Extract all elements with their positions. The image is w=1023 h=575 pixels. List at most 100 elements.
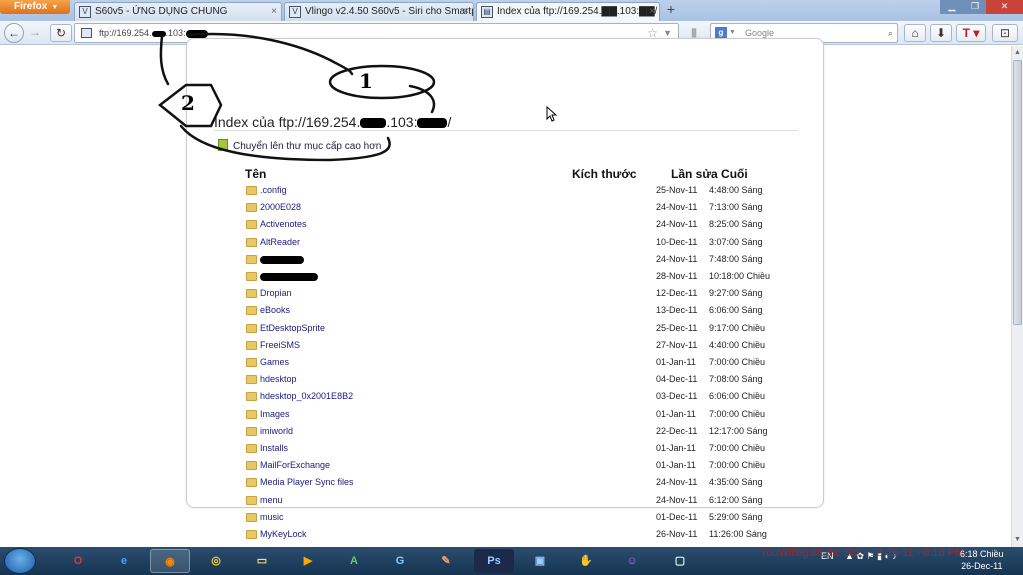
reload-icon[interactable]: ↻ <box>50 24 72 42</box>
close-tab-icon[interactable]: × <box>271 3 277 20</box>
modified-time: 4:48:00 Sáng <box>709 185 763 195</box>
table-row[interactable]: AltReader 10-Dec-11 3:07:00 Sáng <box>0 235 1023 252</box>
remote-app-icon[interactable]: ▣ <box>520 549 560 573</box>
new-tab-button[interactable]: + <box>662 2 680 19</box>
menu-icon[interactable]: ⊡ <box>992 24 1018 42</box>
folder-name-link[interactable]: EtDesktopSprite <box>260 323 325 333</box>
app-a-icon[interactable]: A <box>334 549 374 573</box>
modified-date: 24-Nov-11 <box>656 494 698 505</box>
folder-icon <box>246 289 257 299</box>
table-row[interactable]: 24-Nov-11 7:48:00 Sáng <box>0 252 1023 269</box>
table-row[interactable]: imiworld 22-Dec-11 12:17:00 Sáng <box>0 424 1023 441</box>
column-header-modified[interactable]: Lần sửa Cuối <box>671 167 748 181</box>
tab-vlingo[interactable]: V Vlingo v2.4.50 S60v5 - Siri cho Smartp… <box>284 2 474 21</box>
table-row[interactable]: FreeiSMS 27-Nov-11 4:40:00 Chiều <box>0 338 1023 355</box>
folder-icon <box>246 358 257 367</box>
modified-date: 01-Jan-11 <box>656 460 696 471</box>
table-row[interactable]: 28-Nov-11 10:18:00 Chiều <box>0 269 1023 286</box>
download-icon[interactable]: ⬇ <box>930 24 952 42</box>
parent-directory-link[interactable]: Chuyển lên thư mục cấp cao hơn <box>233 141 381 152</box>
table-row[interactable]: EtDesktopSprite 25-Dec-11 9:17:00 Chiều <box>0 321 1023 338</box>
home-icon[interactable]: ⌂ <box>904 24 926 42</box>
folder-icon <box>246 237 257 247</box>
table-row[interactable]: Activenotes 24-Nov-11 8:25:00 Sáng <box>0 217 1023 234</box>
yahoo-messenger-icon[interactable]: ☺ <box>612 549 652 573</box>
folder-name-link[interactable]: hdesktop_0x2001E8B2 <box>260 391 353 401</box>
window-app-icon[interactable]: ▢ <box>660 549 700 573</box>
column-header-name[interactable]: Tên <box>245 167 266 181</box>
opera-icon[interactable]: O <box>58 549 98 573</box>
close-tab-icon[interactable]: × <box>649 3 655 20</box>
folder-name-link[interactable]: music <box>260 512 284 522</box>
folder-name-link[interactable]: menu <box>260 495 283 505</box>
table-row[interactable]: Images 01-Jan-11 7:00:00 Chiều <box>0 407 1023 424</box>
modified-time: 7:48:00 Sáng <box>709 253 763 264</box>
folder-name-link[interactable]: Activenotes <box>260 219 307 229</box>
windows-start-icon[interactable] <box>4 548 36 574</box>
table-row[interactable]: Media Player Sync files 24-Nov-11 4:35:00 … <box>0 475 1023 492</box>
table-row[interactable]: 2000E028 24-Nov-11 7:13:00 Sáng <box>0 200 1023 217</box>
folder-name-link[interactable]: imiworld <box>260 426 293 436</box>
system-clock[interactable]: 6:18 Chiều 26-Dec-11 <box>960 548 1004 572</box>
close-window-icon[interactable]: ✕ <box>986 0 1023 14</box>
app-g-icon[interactable]: G <box>380 549 420 573</box>
folder-name-link[interactable]: .config <box>260 185 287 195</box>
folder-name-link[interactable]: Installs <box>260 443 288 453</box>
media-player-icon[interactable]: ▶ <box>288 549 328 573</box>
hand-app-icon[interactable]: ✋ <box>566 549 606 573</box>
search-placeholder: Google <box>745 28 775 38</box>
folder-icon <box>246 272 257 281</box>
table-row[interactable]: MailForExchange 01-Jan-11 7:00:00 Chiều <box>0 458 1023 475</box>
redaction-mark <box>260 255 304 264</box>
tab-ftp-index[interactable]: ▤ Index của ftp://169.254.▇▇.103:▇▇/ × <box>476 2 660 21</box>
folder-name-link[interactable]: MyKeyLock <box>260 529 307 539</box>
table-row[interactable]: hdesktop 04-Dec-11 7:08:00 Sáng <box>0 372 1023 389</box>
windows-taskbar: O e ◉ ◎ ▭ ▶ A G ✎ Ps ▣ ✋ ☺ ▢ EN ▲ ✿ ⚑ ▮ … <box>0 547 1023 575</box>
restore-icon[interactable]: ❐ <box>964 0 986 14</box>
modified-time: 8:25:00 Sáng <box>709 219 763 230</box>
table-row[interactable]: eBooks 13-Dec-11 6:06:00 Sáng <box>0 303 1023 320</box>
firefox-menu-button[interactable]: Firefox ▼ <box>0 0 70 14</box>
modified-time: 7:00:00 Chiều <box>709 443 766 453</box>
modified-date: 24-Nov-11 <box>656 202 698 213</box>
firefox-icon[interactable]: ◉ <box>150 549 190 573</box>
table-row[interactable]: music 01-Dec-11 5:29:00 Sáng <box>0 510 1023 527</box>
folder-name-link[interactable]: Images <box>260 409 290 419</box>
table-row[interactable]: Installs 01-Jan-11 7:00:00 Chiều <box>0 441 1023 458</box>
folder-name-link[interactable]: eBooks <box>260 305 290 315</box>
photoshop-icon[interactable]: Ps <box>474 549 514 573</box>
table-row[interactable]: hdesktop_0x2001E8B2 03-Dec-11 6:06:00 Chiề… <box>0 389 1023 406</box>
table-row[interactable]: Dropian 12-Dec-11 9:27:00 Sáng <box>0 286 1023 303</box>
folder-name-link[interactable]: MailForExchange <box>260 460 330 470</box>
folder-name-link[interactable]: Games <box>260 357 289 367</box>
folder-name-link[interactable]: Media Player Sync files <box>260 477 354 487</box>
folder-name-link[interactable]: hdesktop <box>260 374 297 384</box>
table-row[interactable]: .config 25-Nov-11 4:48:00 Sáng <box>0 183 1023 200</box>
tab-s60v5[interactable]: V S60v5 - ỨNG DỤNG CHUNG × <box>74 2 282 21</box>
folder-name-link[interactable]: AltReader <box>260 237 300 247</box>
internet-explorer-icon[interactable]: e <box>104 549 144 573</box>
folder-icon <box>246 530 257 539</box>
close-tab-icon[interactable]: × <box>463 3 469 20</box>
back-arrow-icon[interactable]: ← <box>4 23 24 43</box>
modified-date: 24-Nov-11 <box>656 219 698 230</box>
folder-name-link[interactable]: FreeiSMS <box>260 340 300 350</box>
table-row[interactable]: menu 24-Nov-11 6:12:00 Sáng <box>0 493 1023 510</box>
table-row[interactable]: MyKeyLock 26-Nov-11 11:26:00 Sáng <box>0 527 1023 544</box>
folder-icon <box>246 203 257 213</box>
translate-tool-icon[interactable]: T ▾ <box>956 24 986 42</box>
chrome-icon[interactable]: ◎ <box>196 549 236 573</box>
folder-icon[interactable]: ▭ <box>242 549 282 573</box>
minimize-icon[interactable]: ▁ <box>940 0 964 14</box>
folder-name-link[interactable]: 2000E028 <box>260 202 301 212</box>
search-icon[interactable]: ⌕ <box>888 24 893 42</box>
forward-arrow-icon[interactable]: → <box>26 24 44 42</box>
folder-icon <box>246 495 257 505</box>
tab-bar: Firefox ▼ V S60v5 - ỨNG DỤNG CHUNG × V Vl… <box>0 0 1023 21</box>
folder-icon <box>246 444 257 453</box>
column-header-size[interactable]: Kích thước <box>572 167 637 181</box>
paint-brush-icon[interactable]: ✎ <box>426 549 466 573</box>
table-row[interactable]: Games 01-Jan-11 7:00:00 Chiều <box>0 355 1023 372</box>
folder-name-link[interactable]: Dropian <box>260 288 292 298</box>
scroll-up-icon[interactable]: ▲ <box>1013 48 1022 58</box>
